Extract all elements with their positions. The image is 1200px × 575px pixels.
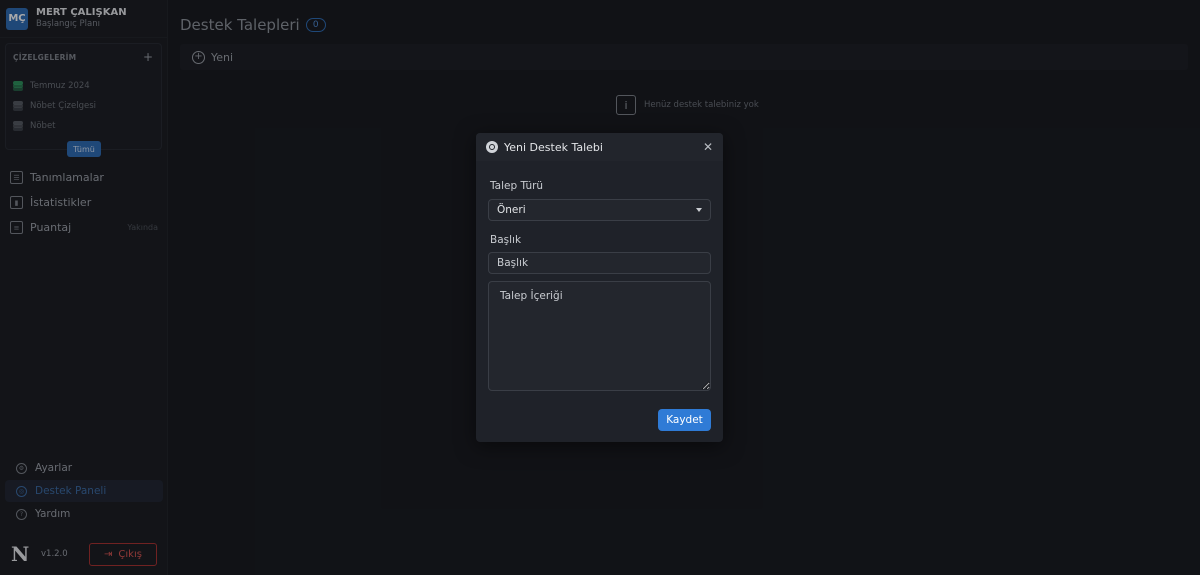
close-icon[interactable]: ✕ xyxy=(703,141,713,153)
content-textarea[interactable] xyxy=(488,281,711,391)
subject-input[interactable] xyxy=(488,252,711,274)
chevron-down-icon xyxy=(696,208,702,212)
support-icon xyxy=(486,141,498,153)
subject-label: Başlık xyxy=(490,234,522,246)
type-select-value: Öneri xyxy=(497,204,526,216)
modal-header: Yeni Destek Talebi ✕ xyxy=(476,133,723,161)
type-label: Talep Türü xyxy=(490,180,544,192)
save-button[interactable]: Kaydet xyxy=(658,409,711,431)
type-select[interactable]: Öneri xyxy=(488,199,711,221)
new-ticket-modal: Yeni Destek Talebi ✕ Talep Türü Öneri Ba… xyxy=(476,133,723,442)
modal-title: Yeni Destek Talebi xyxy=(504,140,603,154)
